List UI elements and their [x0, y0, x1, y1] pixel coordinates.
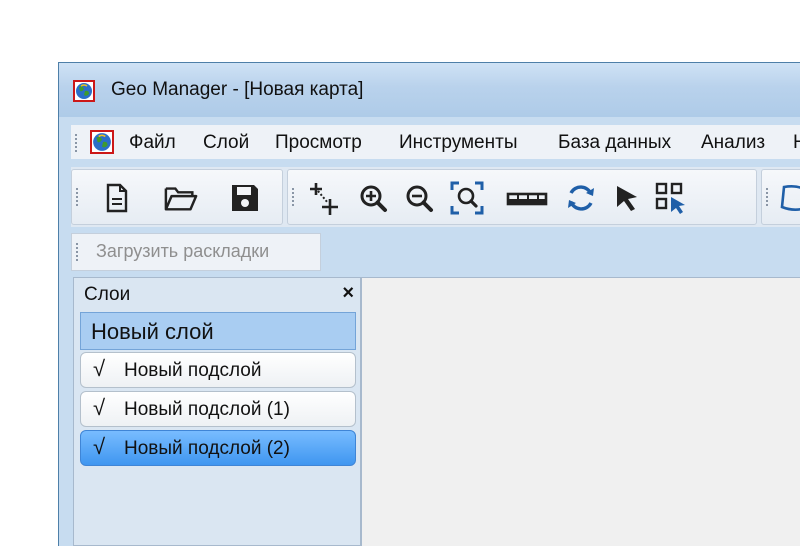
measure-icon[interactable] [504, 180, 550, 216]
menubar-grip[interactable] [75, 134, 77, 152]
menu-tools[interactable]: Инструменты [399, 132, 517, 154]
title-bar[interactable]: Geo Manager - [Новая карта] [59, 63, 800, 117]
toolbar-grip[interactable] [292, 188, 294, 206]
new-document-icon[interactable] [100, 180, 134, 216]
toolbar [71, 167, 800, 227]
layer-label: Новый слой [91, 319, 214, 344]
globe-icon[interactable] [90, 130, 114, 154]
zoom-in-icon[interactable] [356, 180, 390, 216]
checkbox-checked-icon[interactable]: √ [93, 434, 105, 460]
layers-panel: Слои × Новый слой √ Новый подслой √ Новы… [73, 277, 361, 546]
toolbar-shape-group [761, 169, 800, 225]
refresh-icon[interactable] [564, 180, 598, 216]
save-icon[interactable] [228, 180, 262, 216]
layers-panel-title: Слои [84, 284, 131, 305]
sublayer-label: Новый подслой [124, 360, 262, 381]
globe-icon [73, 80, 95, 102]
toolbar-grip[interactable] [766, 188, 768, 206]
menu-bar: Файл Слой Просмотр Инструменты База данн… [71, 125, 800, 159]
open-folder-icon[interactable] [164, 180, 198, 216]
select-arrow-icon[interactable] [610, 180, 644, 216]
sublayer-item[interactable]: √ Новый подслой (1) [80, 391, 356, 427]
menu-view[interactable]: Просмотр [275, 132, 362, 154]
polygon-icon[interactable] [776, 180, 800, 216]
sublayer-item-selected[interactable]: √ Новый подслой (2) [80, 430, 356, 466]
menu-database[interactable]: База данных [558, 132, 671, 154]
map-canvas[interactable] [361, 277, 800, 546]
zoom-extent-icon[interactable] [450, 180, 484, 216]
toolbar-file-group [71, 169, 283, 225]
sublayer-label: Новый подслой (2) [124, 438, 290, 459]
add-point-icon[interactable] [308, 180, 342, 216]
layer-item[interactable]: Новый слой [80, 312, 356, 350]
load-layouts-button[interactable]: Загрузить раскладки [96, 241, 269, 262]
sublayer-label: Новый подслой (1) [124, 399, 290, 420]
window-title: Geo Manager - [Новая карта] [111, 79, 364, 100]
menu-layer[interactable]: Слой [203, 132, 249, 154]
layouts-toolbar: Загрузить раскладки [71, 233, 321, 271]
menu-next-truncated[interactable]: Н [793, 132, 800, 154]
layouts-grip[interactable] [76, 243, 78, 261]
checkbox-checked-icon[interactable]: √ [93, 356, 105, 382]
zoom-out-icon[interactable] [402, 180, 436, 216]
app-window: Geo Manager - [Новая карта] Файл Слой Пр… [58, 62, 800, 546]
menu-file[interactable]: Файл [129, 132, 176, 154]
toolbar-grip[interactable] [76, 188, 78, 206]
sublayer-item[interactable]: √ Новый подслой [80, 352, 356, 388]
checkbox-checked-icon[interactable]: √ [93, 395, 105, 421]
close-icon[interactable]: × [342, 282, 354, 305]
select-grid-icon[interactable] [654, 180, 688, 216]
menu-analysis[interactable]: Анализ [701, 132, 765, 154]
toolbar-map-group [287, 169, 757, 225]
